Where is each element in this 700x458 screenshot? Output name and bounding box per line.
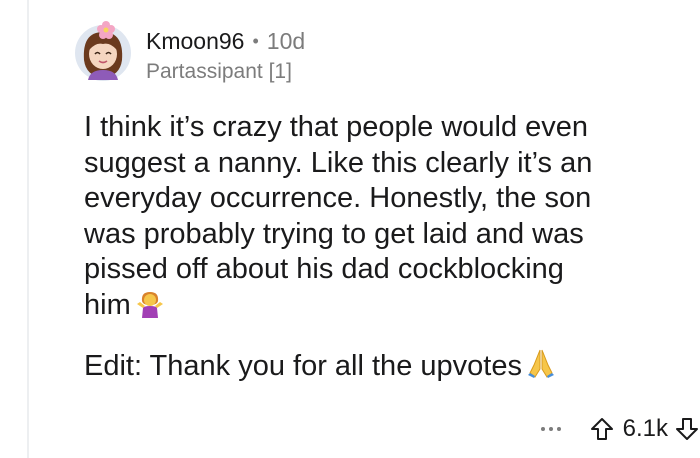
comment-body: I think it’s crazy that people would eve… (84, 110, 684, 389)
downvote-arrow-icon[interactable] (674, 416, 700, 442)
thread-line[interactable] (27, 0, 29, 458)
folded-hands-emoji-icon (526, 347, 556, 389)
body-line: suggest a nanny. Like this clearly it’s … (84, 146, 593, 179)
user-flair: Partassipant [1] (146, 60, 292, 83)
comment-actions: 6.1k (531, 414, 700, 444)
edit-note: Edit: Thank you for all the upvotes (84, 350, 522, 382)
username-link[interactable]: Kmoon96 (146, 26, 244, 56)
body-line: pissed off about his dad cockblocking (84, 253, 564, 285)
vote-score: 6.1k (622, 415, 668, 442)
woman-shrugging-emoji-icon (135, 288, 165, 328)
upvote-arrow-icon[interactable] (589, 416, 615, 442)
meta-separator: • (252, 31, 259, 51)
comment-header: Kmoon96 • 10d Partassipant [1] (146, 26, 305, 86)
body-line: was probably trying to get laid and was (84, 217, 584, 250)
avatar[interactable] (72, 20, 134, 82)
body-line: everyday occurrence. Honestly, the son (84, 182, 592, 214)
body-line: him (84, 288, 131, 321)
more-options-icon[interactable] (531, 427, 571, 431)
comment-age[interactable]: 10d (267, 26, 305, 56)
body-line: I think it’s crazy that people would eve… (84, 111, 589, 143)
